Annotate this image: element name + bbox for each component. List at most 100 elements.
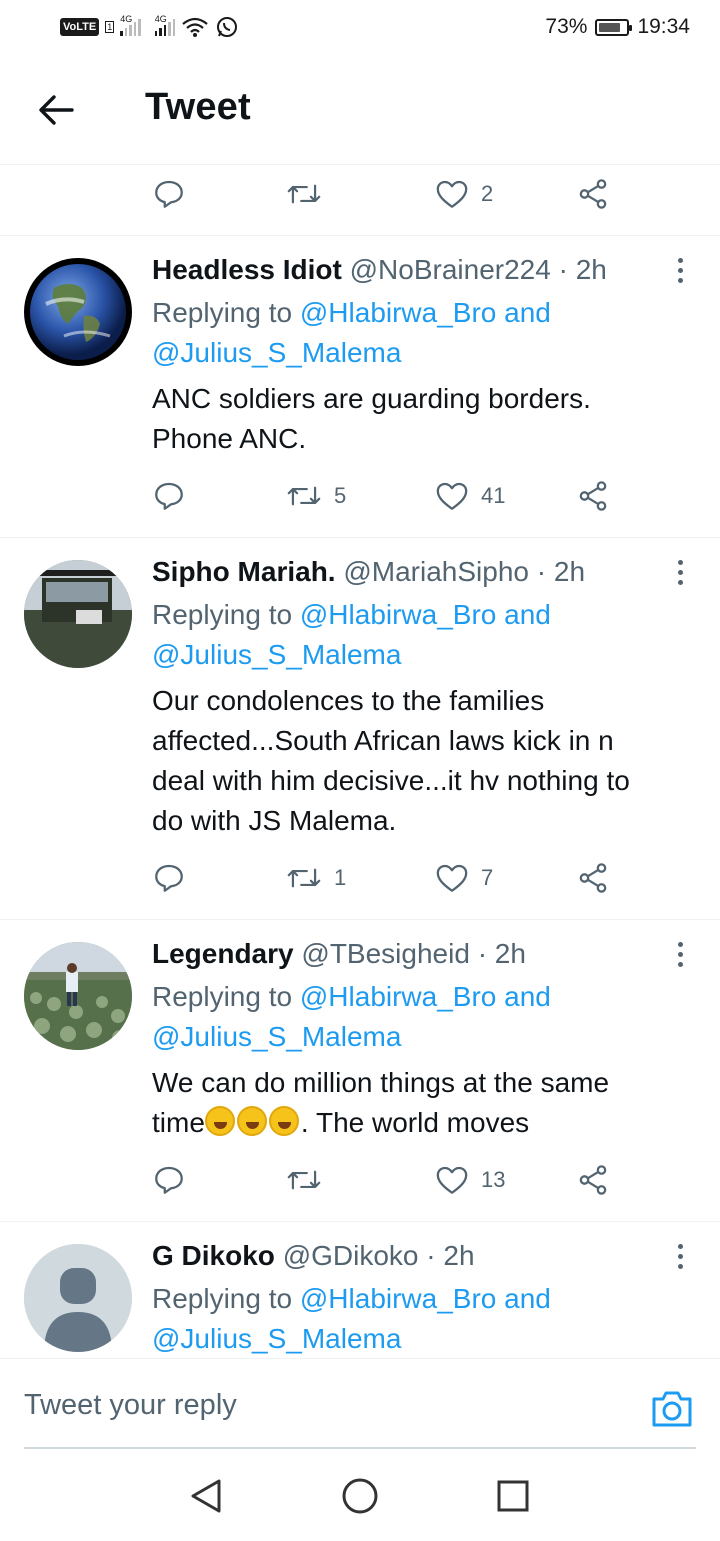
mention-link[interactable]: @Julius_S_Malema bbox=[152, 1323, 401, 1354]
tweet-header: Legendary @TBesigheid · 2h bbox=[152, 938, 660, 970]
share-button[interactable] bbox=[576, 1156, 610, 1204]
like-button[interactable]: 7 bbox=[435, 854, 493, 902]
reply-icon bbox=[155, 180, 183, 208]
mention-link[interactable]: @Hlabirwa_Bro bbox=[300, 599, 497, 630]
display-name[interactable]: Headless Idiot bbox=[152, 254, 342, 285]
display-name[interactable]: Sipho Mariah. bbox=[152, 556, 336, 587]
replying-prefix: Replying to bbox=[152, 599, 293, 630]
wifi-icon bbox=[182, 17, 208, 37]
reply-tweet[interactable]: G Dikoko @GDikoko · 2h Replying to @Hlab… bbox=[0, 1222, 720, 1358]
retweet-icon bbox=[287, 1170, 321, 1190]
reply-icon bbox=[155, 482, 183, 510]
replying-prefix: Replying to bbox=[152, 981, 293, 1012]
like-count: 13 bbox=[481, 1167, 506, 1192]
tweet-text-line: We can do million things at the same bbox=[152, 1067, 610, 1098]
mention-link[interactable]: @Hlabirwa_Bro bbox=[300, 981, 497, 1012]
more-options-button[interactable] bbox=[666, 554, 694, 590]
back-arrow-icon bbox=[39, 95, 74, 125]
tweet-header: Sipho Mariah. @MariahSipho · 2h bbox=[152, 556, 660, 588]
retweet-icon bbox=[287, 868, 321, 888]
share-button[interactable] bbox=[576, 472, 610, 520]
replying-and: and bbox=[504, 297, 551, 328]
replying-prefix: Replying to bbox=[152, 297, 293, 328]
reply-tweet[interactable]: Legendary @TBesigheid · 2h Replying to @… bbox=[0, 920, 720, 1220]
reply-icon bbox=[155, 864, 183, 892]
retweet-button[interactable]: 5 bbox=[286, 472, 346, 520]
avatar[interactable] bbox=[24, 560, 132, 668]
page-title: Tweet bbox=[145, 86, 251, 128]
mention-link[interactable]: @Julius_S_Malema bbox=[152, 639, 401, 670]
network-type-1: 4G bbox=[120, 14, 133, 24]
tweet-actions: 5 41 bbox=[152, 472, 632, 520]
share-icon bbox=[579, 1165, 607, 1195]
user-handle[interactable]: @TBesigheid bbox=[301, 938, 470, 969]
like-icon bbox=[436, 482, 468, 510]
retweet-button[interactable] bbox=[286, 1156, 334, 1204]
more-options-button[interactable] bbox=[666, 252, 694, 288]
network-type-2: 4G bbox=[154, 14, 167, 24]
reply-icon bbox=[155, 1166, 183, 1194]
reply-button[interactable] bbox=[152, 854, 186, 902]
like-button[interactable]: 2 bbox=[435, 170, 493, 218]
display-name[interactable]: Legendary bbox=[152, 938, 294, 969]
tweet-text-line: ANC soldiers are guarding borders. bbox=[152, 383, 591, 414]
back-button[interactable] bbox=[28, 86, 84, 134]
user-handle[interactable]: @MariahSipho bbox=[343, 556, 529, 587]
reply-button[interactable] bbox=[152, 170, 186, 218]
volte-badge: VoLTE bbox=[60, 18, 100, 36]
tweet-actions: 13 bbox=[152, 1156, 632, 1204]
earth-avatar-image bbox=[30, 264, 126, 360]
reply-tweet[interactable]: Sipho Mariah. @MariahSipho · 2h Replying… bbox=[0, 538, 720, 918]
like-button[interactable]: 13 bbox=[435, 1156, 505, 1204]
retweet-icon bbox=[287, 184, 321, 204]
app-header: Tweet bbox=[0, 56, 720, 165]
laughing-emoji-icon bbox=[268, 1106, 299, 1136]
user-handle[interactable]: @NoBrainer224 bbox=[350, 254, 551, 285]
like-icon bbox=[436, 864, 468, 892]
mention-link[interactable]: @Julius_S_Malema bbox=[152, 1021, 401, 1052]
replying-to: Replying to @Hlabirwa_Bro and @Julius_S_… bbox=[152, 977, 680, 1057]
tweet-text-line: . The world moves bbox=[300, 1107, 530, 1138]
retweet-icon bbox=[287, 486, 321, 506]
battery-percentage: 73% bbox=[545, 15, 588, 38]
reply-button[interactable] bbox=[152, 472, 186, 520]
replying-and: and bbox=[504, 981, 551, 1012]
reply-tweet[interactable]: Headless Idiot @NoBrainer224 · 2h Replyi… bbox=[0, 236, 720, 536]
tweet-text-line: do with JS Malema. bbox=[152, 805, 397, 836]
nav-back-button[interactable] bbox=[186, 1476, 226, 1516]
display-name[interactable]: G Dikoko bbox=[152, 1240, 275, 1271]
retweet-button[interactable] bbox=[286, 170, 334, 218]
reply-button[interactable] bbox=[152, 1156, 186, 1204]
sim-number: 1 bbox=[105, 21, 115, 33]
user-handle[interactable]: @GDikoko bbox=[283, 1240, 419, 1271]
share-icon bbox=[579, 863, 607, 893]
avatar[interactable] bbox=[24, 1244, 132, 1352]
field-avatar-image bbox=[24, 942, 132, 1050]
mention-link[interactable]: @Julius_S_Malema bbox=[152, 337, 401, 368]
share-button[interactable] bbox=[576, 170, 610, 218]
avatar[interactable] bbox=[24, 942, 132, 1050]
reply-input[interactable]: Tweet your reply bbox=[24, 1389, 237, 1422]
mention-link[interactable]: @Hlabirwa_Bro bbox=[300, 1283, 497, 1314]
replying-to: Replying to @Hlabirwa_Bro and @Julius_S_… bbox=[152, 293, 680, 373]
battery-icon bbox=[595, 18, 633, 36]
like-count: 2 bbox=[481, 181, 494, 206]
nav-recents-button[interactable] bbox=[493, 1476, 533, 1516]
replying-to: Replying to @Hlabirwa_Bro and @Julius_S_… bbox=[152, 595, 680, 675]
signal-icon-2: 4G bbox=[154, 14, 176, 36]
mention-link[interactable]: @Hlabirwa_Bro bbox=[300, 297, 497, 328]
camera-icon bbox=[652, 1391, 692, 1427]
nav-home-button[interactable] bbox=[340, 1476, 380, 1516]
tweet-time: · 2h bbox=[558, 254, 607, 285]
retweet-button[interactable]: 1 bbox=[286, 854, 346, 902]
share-button[interactable] bbox=[576, 854, 610, 902]
camera-button[interactable] bbox=[650, 1389, 694, 1429]
status-bar-left: VoLTE 1 4G 4G bbox=[60, 14, 239, 40]
more-options-button[interactable] bbox=[666, 936, 694, 972]
replying-and: and bbox=[504, 599, 551, 630]
like-button[interactable]: 41 bbox=[435, 472, 505, 520]
more-options-button[interactable] bbox=[666, 1238, 694, 1274]
tweet-text: ANC soldiers are guarding borders. Phone… bbox=[152, 379, 684, 459]
avatar[interactable] bbox=[24, 258, 132, 366]
like-count: 7 bbox=[481, 865, 494, 890]
